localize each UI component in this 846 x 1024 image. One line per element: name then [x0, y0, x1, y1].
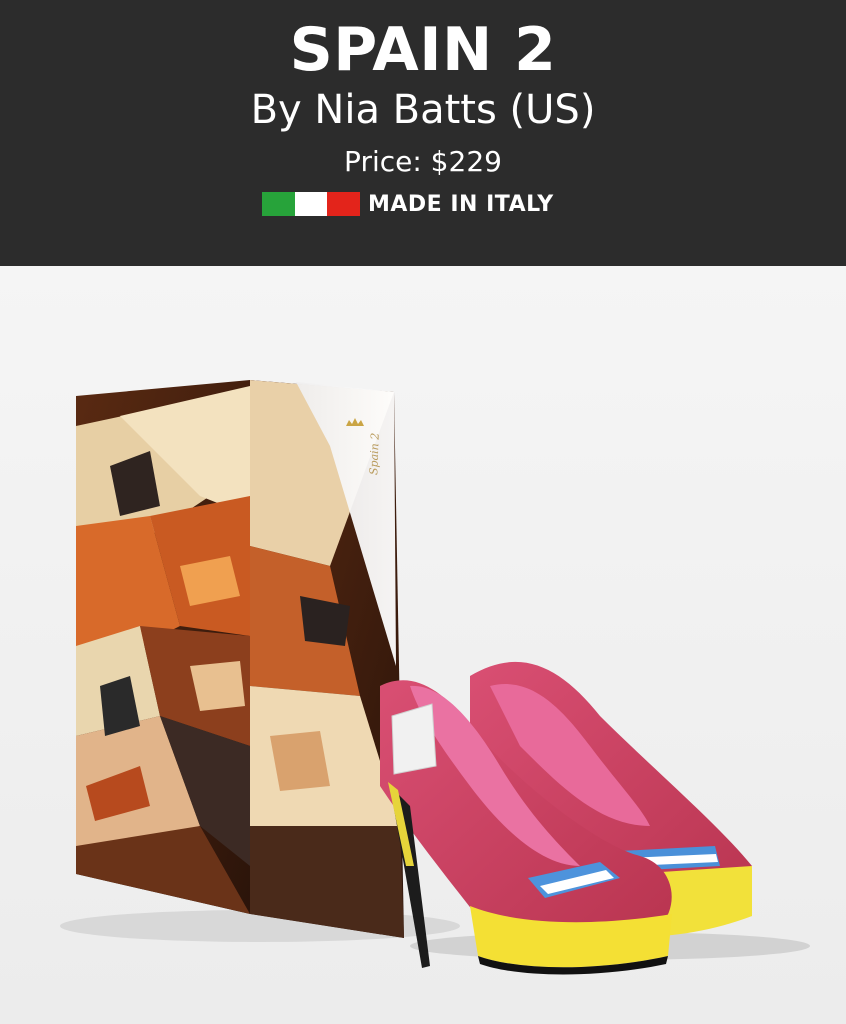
made-in-label: MADE IN ITALY	[368, 191, 554, 217]
product-header: SPAIN 2 By Nia Batts (US) Price: $229 MA…	[0, 0, 846, 266]
product-price: Price: $229	[344, 145, 502, 178]
box-label: Spain 2	[367, 433, 381, 476]
italy-flag-icon	[262, 192, 361, 216]
product-title: SPAIN 2	[289, 15, 557, 85]
origin-badge: MADE IN ITALY	[262, 191, 554, 217]
shoe-and-box-illustration: Spain 2	[60, 380, 810, 975]
shoe-box: Spain 2	[76, 380, 404, 938]
product-image: Spain 2	[0, 266, 846, 1024]
designer-name: By Nia Batts (US)	[250, 87, 596, 133]
